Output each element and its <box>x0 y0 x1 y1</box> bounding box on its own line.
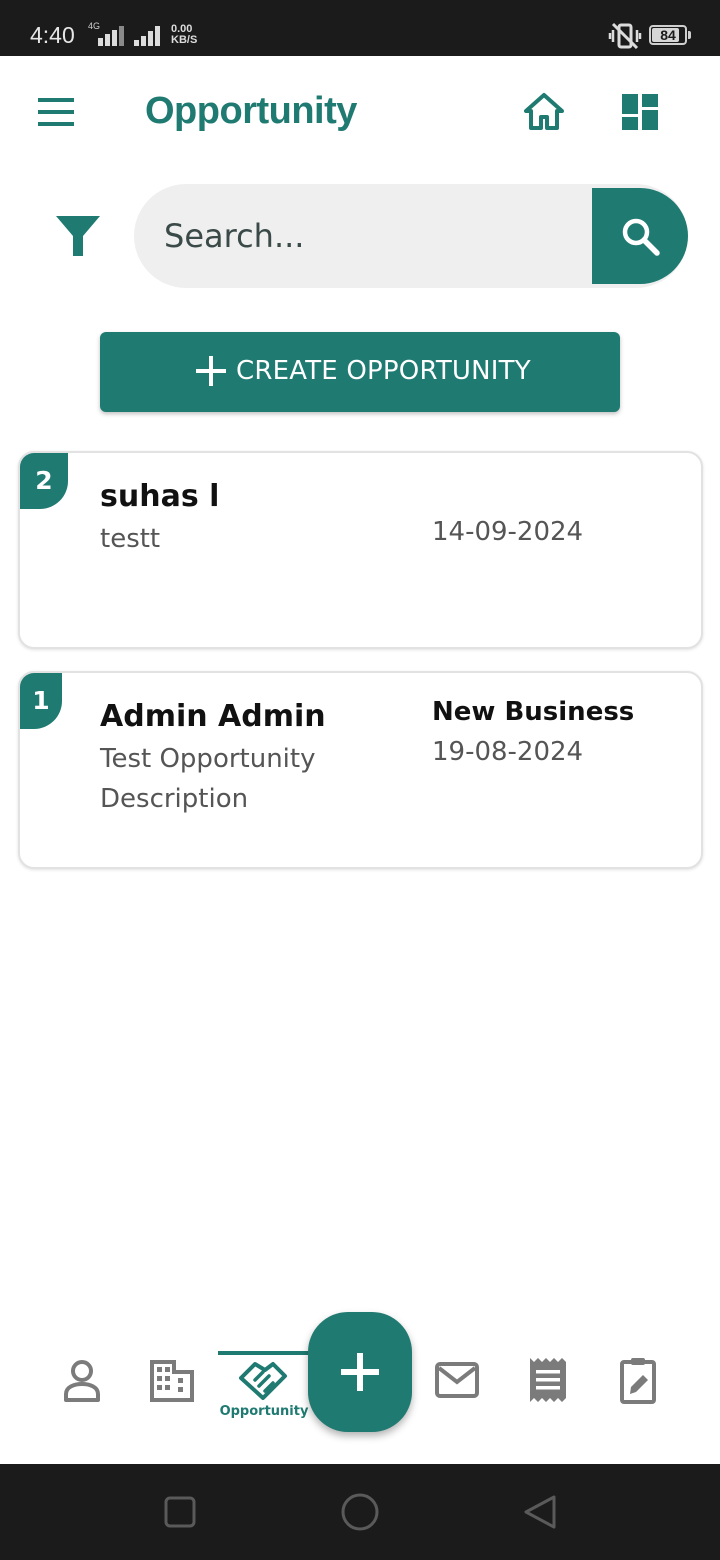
opportunity-card[interactable]: 2 suhas l testt 14-09-2024 <box>18 451 703 649</box>
menu-icon[interactable] <box>36 96 76 130</box>
signal-icon-2 <box>134 26 160 46</box>
card-opportunity-type: New Business <box>432 697 635 727</box>
company-icon[interactable] <box>142 1356 202 1404</box>
search-input[interactable] <box>164 184 584 288</box>
search-bar <box>134 184 688 288</box>
network-speed: 0.00 KB/S <box>171 24 197 46</box>
active-tab-indicator <box>218 1351 310 1355</box>
network-type-label: 4G <box>88 21 101 31</box>
add-icon <box>341 1353 379 1391</box>
card-owner-name: suhas l <box>100 479 220 514</box>
home-circle-icon[interactable] <box>340 1492 380 1532</box>
search-button[interactable] <box>592 188 688 284</box>
add-fab-button[interactable] <box>308 1312 412 1432</box>
card-description: Test Opportunity Description <box>100 744 316 814</box>
card-index-badge: 2 <box>20 453 68 509</box>
plus-icon <box>196 356 226 386</box>
handshake-icon[interactable] <box>233 1356 293 1404</box>
dashboard-icon[interactable] <box>620 93 660 131</box>
card-index-badge: 1 <box>20 673 62 729</box>
mail-icon[interactable] <box>427 1356 487 1404</box>
nav-label-opportunity[interactable]: Opportunity <box>218 1404 310 1419</box>
create-opportunity-button[interactable]: CREATE OPPORTUNITY <box>100 332 620 412</box>
home-icon[interactable] <box>522 90 566 134</box>
bottom-navigation: Opportunity <box>0 1300 720 1464</box>
card-date: 19-08-2024 <box>432 737 584 767</box>
create-opportunity-label: CREATE OPPORTUNITY <box>236 356 531 386</box>
system-navigation-bar <box>0 1464 720 1560</box>
task-edit-icon[interactable] <box>608 1356 668 1404</box>
battery-icon: 84 <box>649 25 687 45</box>
search-icon <box>622 218 660 256</box>
battery-level: 84 <box>660 27 676 43</box>
signal-icon <box>98 26 124 46</box>
page-title: Opportunity <box>145 90 357 132</box>
card-owner-name: Admin Admin <box>100 699 326 734</box>
card-date: 14-09-2024 <box>432 517 584 547</box>
filter-icon[interactable] <box>54 214 102 260</box>
network-speed-unit: KB/S <box>171 34 198 46</box>
card-description: testt <box>100 524 161 554</box>
battery-tip <box>688 31 691 39</box>
vibrate-icon <box>608 22 642 50</box>
contact-icon[interactable] <box>52 1356 112 1404</box>
receipt-icon[interactable] <box>518 1356 578 1404</box>
back-icon[interactable] <box>522 1494 558 1530</box>
status-time: 4:40 <box>30 22 75 48</box>
status-bar: 4:40 4G 0.00 KB/S 84 <box>0 0 720 56</box>
recent-apps-icon[interactable] <box>164 1496 196 1528</box>
opportunity-card[interactable]: 1 Admin Admin Test Opportunity Descripti… <box>18 671 703 869</box>
